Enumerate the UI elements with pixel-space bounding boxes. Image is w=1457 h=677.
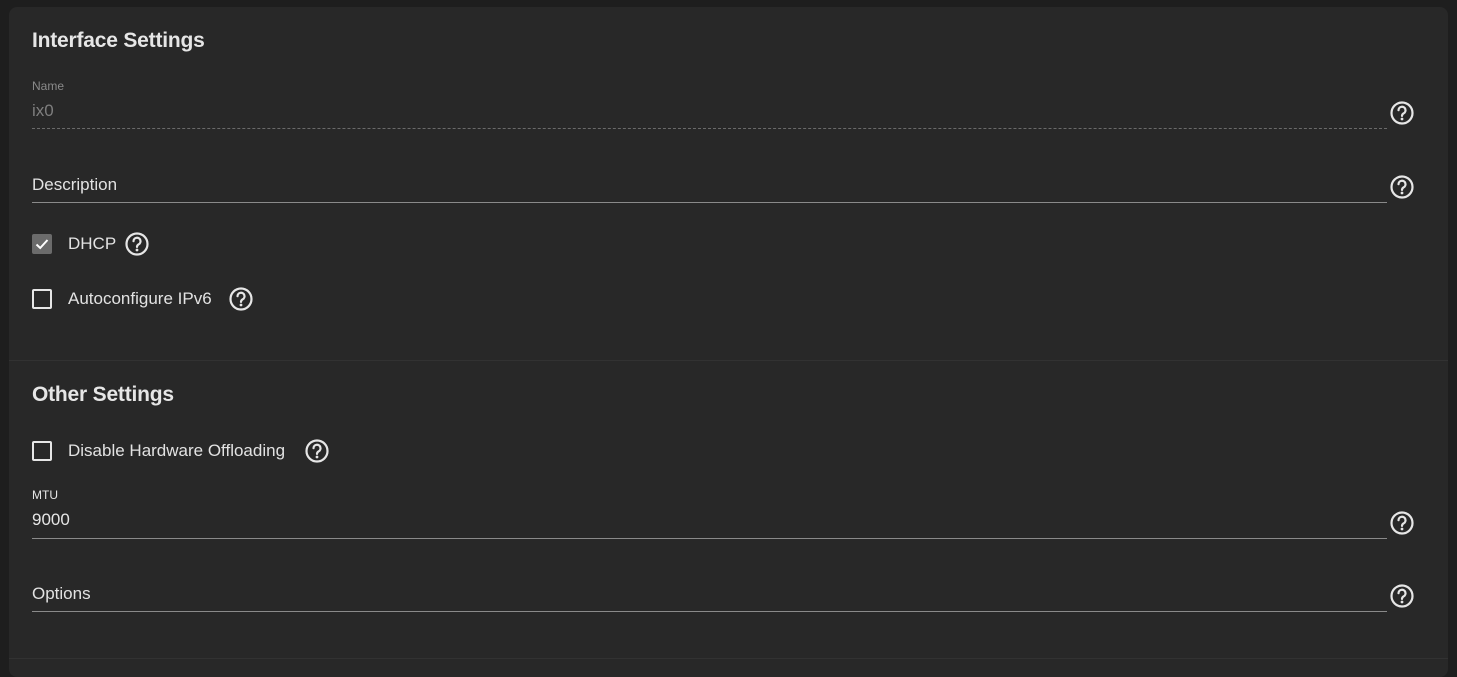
interface-settings-title: Interface Settings <box>32 29 205 52</box>
options-input[interactable]: Options <box>32 584 91 604</box>
bottom-divider <box>9 658 1448 659</box>
description-input[interactable]: Description <box>32 175 117 195</box>
autoconfigure-ipv6-checkbox[interactable] <box>32 289 52 309</box>
name-field-underline <box>32 128 1387 129</box>
disable-hw-offloading-label[interactable]: Disable Hardware Offloading <box>68 441 285 461</box>
section-divider <box>9 360 1448 361</box>
mtu-field-label: MTU <box>32 488 58 502</box>
name-field-value: ix0 <box>32 101 54 120</box>
network-interface-form: Interface Settings Name ix0 Description … <box>9 7 1448 677</box>
name-help-icon[interactable] <box>1389 100 1415 126</box>
name-field-label: Name <box>32 79 65 93</box>
disable-hw-offloading-help-icon[interactable] <box>304 438 330 464</box>
mtu-field-underline <box>32 538 1387 539</box>
disable-hw-offloading-checkbox[interactable] <box>32 441 52 461</box>
autoconfigure-ipv6-label[interactable]: Autoconfigure IPv6 <box>68 289 212 309</box>
description-field-underline <box>32 202 1387 203</box>
dhcp-checkbox[interactable] <box>32 234 52 254</box>
description-help-icon[interactable] <box>1389 174 1415 200</box>
other-settings-title: Other Settings <box>32 383 174 406</box>
options-help-icon[interactable] <box>1389 583 1415 609</box>
autoconfigure-ipv6-help-icon[interactable] <box>228 286 254 312</box>
dhcp-label[interactable]: DHCP <box>68 234 116 254</box>
dhcp-help-icon[interactable] <box>124 231 150 257</box>
check-icon <box>35 239 49 250</box>
mtu-help-icon[interactable] <box>1389 510 1415 536</box>
mtu-input[interactable]: 9000 <box>32 510 70 530</box>
options-field-underline <box>32 611 1387 612</box>
